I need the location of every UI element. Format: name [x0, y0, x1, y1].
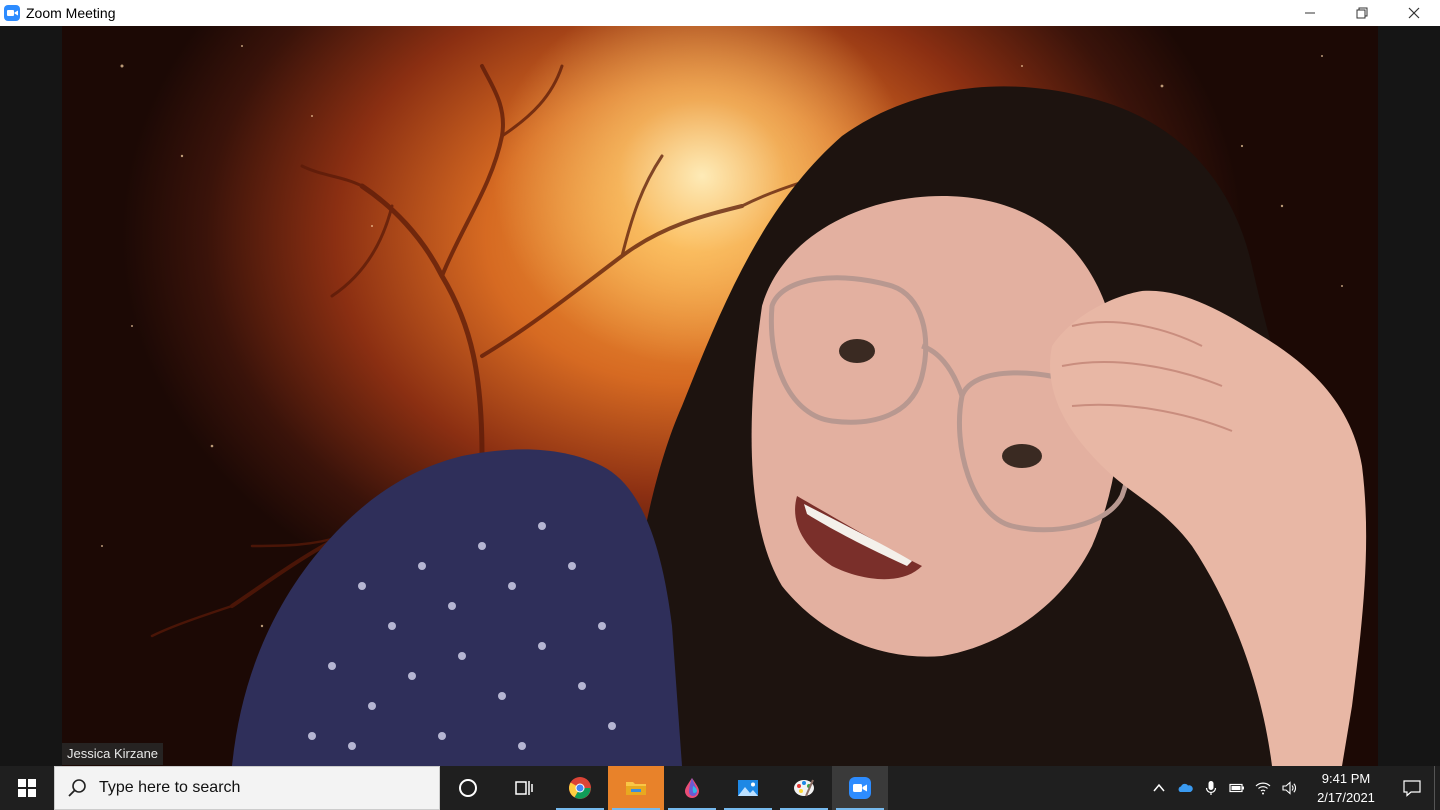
clock-time: 9:41 PM — [1321, 771, 1371, 786]
chevron-up-icon — [1153, 783, 1165, 792]
participant-name-label: Jessica Kirzane — [62, 743, 164, 765]
battery-icon — [1229, 783, 1244, 793]
task-view-icon — [515, 781, 533, 795]
close-icon — [1408, 7, 1420, 19]
taskbar-zoom[interactable] — [832, 766, 888, 810]
cortana-button[interactable] — [440, 766, 496, 810]
close-button[interactable] — [1388, 0, 1440, 26]
paint-palette-icon — [794, 779, 814, 797]
battery-button[interactable] — [1224, 766, 1250, 810]
notification-icon — [1403, 780, 1421, 797]
zoom-camera-icon — [4, 5, 20, 21]
participant-video[interactable]: Jessica Kirzane — [62, 26, 1378, 766]
action-center-button[interactable] — [1390, 766, 1434, 810]
onedrive-button[interactable] — [1172, 766, 1198, 810]
volume-icon — [1282, 781, 1296, 795]
title-bar: Zoom Meeting — [0, 0, 1440, 26]
wifi-icon — [1255, 782, 1271, 795]
show-hidden-icons-button[interactable] — [1146, 766, 1172, 810]
taskbar-photos[interactable] — [720, 766, 776, 810]
wifi-button[interactable] — [1250, 766, 1276, 810]
cortana-icon — [459, 779, 477, 797]
taskbar-clock[interactable]: 9:41 PM 2/17/2021 — [1306, 769, 1386, 807]
window-title: Zoom Meeting — [26, 5, 116, 21]
taskbar-file-explorer[interactable] — [608, 766, 664, 810]
microphone-icon — [1205, 781, 1217, 795]
file-explorer-icon — [626, 782, 646, 795]
participant-person — [232, 86, 1367, 766]
search-placeholder: Type here to search — [99, 779, 241, 796]
paint-drop-icon — [685, 778, 699, 798]
taskbar-chrome[interactable] — [552, 766, 608, 810]
taskbar-search-box[interactable]: Type here to search — [54, 766, 440, 810]
minimize-button[interactable] — [1284, 0, 1336, 26]
show-desktop-button[interactable] — [1434, 766, 1440, 810]
minimize-icon — [1305, 12, 1315, 14]
microphone-button[interactable] — [1198, 766, 1224, 810]
chrome-icon — [569, 777, 591, 799]
windows-logo-icon — [18, 779, 36, 797]
video-area: Jessica Kirzane — [0, 26, 1440, 766]
restore-icon — [1356, 7, 1368, 19]
zoom-icon — [849, 777, 871, 799]
photos-icon — [738, 780, 758, 796]
start-button[interactable] — [0, 766, 54, 810]
restore-button[interactable] — [1336, 0, 1388, 26]
search-icon — [68, 779, 86, 797]
task-view-button[interactable] — [496, 766, 552, 810]
taskbar: Type here to search 9:41 PM 2/17/2021 — [0, 766, 1440, 810]
taskbar-paint[interactable] — [776, 766, 832, 810]
volume-button[interactable] — [1276, 766, 1302, 810]
taskbar-paint-drop[interactable] — [664, 766, 720, 810]
onedrive-icon — [1178, 783, 1193, 792]
clock-date: 2/17/2021 — [1317, 790, 1375, 805]
system-tray: 9:41 PM 2/17/2021 — [1146, 766, 1440, 810]
